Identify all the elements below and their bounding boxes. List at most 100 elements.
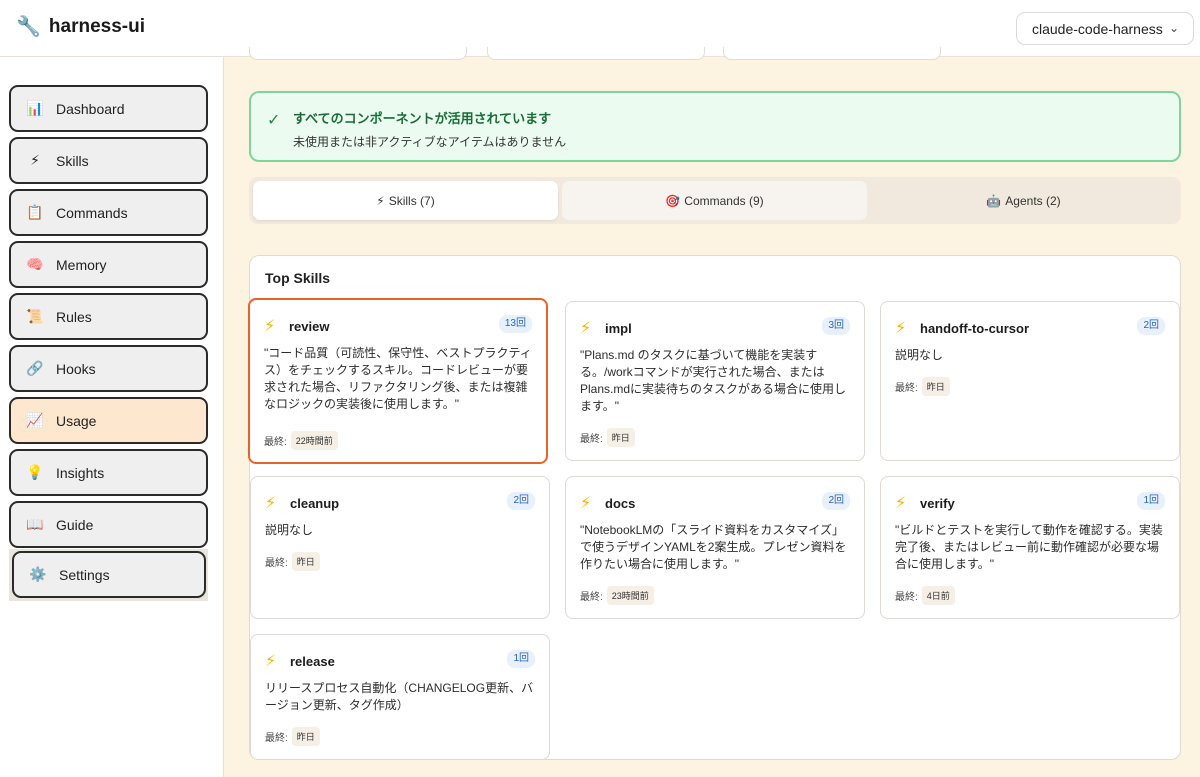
last-used: 最終: 23時間前 [580,586,654,605]
sidebar-item-label: Usage [56,412,97,429]
tab-skills[interactable]: ⚡ Skills (7) [253,181,558,220]
last-used-label: 最終: [580,434,603,445]
clipboard-icon: 📋 [26,204,44,220]
gear-icon: ⚙️ [29,566,47,582]
sidebar-item-label: Memory [56,256,107,273]
scroll-icon: 📜 [26,308,44,324]
sidebar-item-commands[interactable]: 📋 Commands [9,189,208,236]
skill-card-verify[interactable]: ⚡ verify 1回 "ビルドとテストを実行して動作を確認する。実装完了後、ま… [880,476,1180,619]
alert-subtitle: 未使用または非アクティブなアイテムはありません [293,135,567,149]
alert-title: すべてのコンポーネントが活用されています [293,111,552,126]
skill-description: "コード品質（可読性、保守性、ベストプラクティス）をチェックするスキル。コードレ… [264,346,532,411]
usage-count-badge: 2回 [507,492,535,510]
sidebar-item-skills[interactable]: ⚡ Skills [9,137,208,184]
last-used-badge: 23時間前 [606,586,654,605]
top-skills-panel: Top Skills ⚡ review 13回 "コード品質（可読性、保守性、ベ… [248,255,1181,760]
sidebar-item-label: Rules [56,308,92,325]
sidebar-item-label: Insights [56,464,105,481]
summary-card-stub [723,47,941,60]
skill-description: リリースプロセス自動化（CHANGELOG更新、バージョン更新、タグ作成） [265,681,534,712]
settings-hover-area: ⚙️ Settings [9,549,208,601]
lightning-icon: ⚡ [580,320,592,337]
skill-card-impl[interactable]: ⚡ impl 3回 "Plans.md のタスクに基づいて機能を実装する。/wo… [565,301,865,461]
skill-description: "NotebookLMの「スライド資料をカスタマイズ」で使うデザインYAMLを2… [580,523,847,571]
usage-count-badge: 3回 [822,317,850,335]
skill-description: "Plans.md のタスクに基づいて機能を実装する。/workコマンドが実行さ… [580,348,847,413]
panel-title: Top Skills [265,270,331,286]
sidebar-item-hooks[interactable]: 🔗 Hooks [9,345,208,392]
sidebar-item-usage[interactable]: 📈 Usage [9,397,208,444]
last-used-badge: 昨日 [291,727,320,746]
app-title: harness-ui [48,16,145,37]
last-used-label: 最終: [264,437,287,448]
trend-chart-icon: 📈 [26,412,44,428]
sidebar-item-label: Guide [56,516,94,533]
skill-description: 説明なし [895,348,944,362]
usage-count-badge: 1回 [1137,492,1165,510]
last-used: 最終: 昨日 [265,552,320,571]
last-used: 最終: 22時間前 [264,431,338,450]
last-used-label: 最終: [265,558,288,569]
project-select-value: claude-code-harness [1032,20,1163,37]
last-used: 最終: 昨日 [580,428,635,447]
robot-icon: 🤖 [986,193,1002,208]
sidebar-item-memory[interactable]: 🧠 Memory [9,241,208,288]
tab-commands[interactable]: 🎯 Commands (9) [562,181,867,220]
sidebar-item-guide[interactable]: 📖 Guide [9,501,208,548]
skill-name: review [289,319,330,334]
lightbulb-icon: 💡 [26,464,44,480]
wrench-icon: 🔧 [16,16,41,38]
last-used: 最終: 4日前 [895,586,955,605]
sidebar-item-rules[interactable]: 📜 Rules [9,293,208,340]
last-used-label: 最終: [265,733,288,744]
app-logo[interactable]: 🔧 harness-ui [16,16,145,38]
summary-card-stub [487,47,705,60]
tab-label: Skills (7) [388,193,435,208]
lightning-icon: ⚡ [30,152,40,168]
lightning-icon: ⚡ [265,653,277,670]
skill-description: "ビルドとテストを実行して動作を確認する。実装完了後、またはレビュー前に動作確認… [895,523,1163,571]
usage-count-badge: 1回 [507,650,535,668]
sidebar-item-dashboard[interactable]: 📊 Dashboard [9,85,208,132]
tab-label: Agents (2) [1005,193,1061,208]
skill-description: 説明なし [265,523,314,537]
sidebar-item-label: Hooks [56,360,96,377]
last-used-label: 最終: [580,592,603,603]
target-icon: 🎯 [665,193,681,208]
tab-bar: ⚡ Skills (7) 🎯 Commands (9) 🤖 Agents (2) [249,177,1181,224]
project-select[interactable]: claude-code-harness ⌄ [1016,12,1194,45]
skill-name: impl [605,321,632,336]
sidebar: 📊 Dashboard ⚡ Skills 📋 Commands 🧠 Memory… [0,57,224,777]
lightning-icon: ⚡ [264,318,276,335]
skill-name: verify [920,496,955,511]
skill-name: cleanup [290,496,340,511]
last-used-badge: 4日前 [921,586,955,605]
skill-card-docs[interactable]: ⚡ docs 2回 "NotebookLMの「スライド資料をカスタマイズ」で使う… [565,476,865,619]
tab-agents[interactable]: 🤖 Agents (2) [871,181,1176,220]
last-used-badge: 22時間前 [290,431,338,450]
sidebar-item-settings[interactable]: ⚙️ Settings [12,551,206,598]
check-icon: ✓ [267,112,281,129]
skill-name: handoff-to-cursor [920,321,1030,336]
link-icon: 🔗 [26,360,44,376]
last-used: 最終: 昨日 [265,727,320,746]
lightning-icon: ⚡ [376,193,385,208]
summary-card-stub [249,47,467,60]
skill-card-handoff-to-cursor[interactable]: ⚡ handoff-to-cursor 2回 説明なし 最終: 昨日 [880,301,1180,461]
last-used-badge: 昨日 [921,377,950,396]
main-content: ✓ すべてのコンポーネントが活用されています 未使用または非アクティブなアイテム… [225,47,1200,777]
usage-count-badge: 2回 [822,492,850,510]
last-used-label: 最終: [895,383,918,394]
skill-card-review[interactable]: ⚡ review 13回 "コード品質（可読性、保守性、ベストプラクティス）をチ… [248,298,548,464]
last-used: 最終: 昨日 [895,377,950,396]
skill-name: docs [605,496,636,511]
skill-card-release[interactable]: ⚡ release 1回 リリースプロセス自動化（CHANGELOG更新、バージ… [250,634,550,760]
sidebar-item-label: Dashboard [56,100,125,117]
book-icon: 📖 [26,516,44,532]
sidebar-item-label: Settings [59,566,110,583]
skill-card-cleanup[interactable]: ⚡ cleanup 2回 説明なし 最終: 昨日 [250,476,550,619]
sidebar-item-insights[interactable]: 💡 Insights [9,449,208,496]
sidebar-item-label: Skills [56,152,89,169]
lightning-icon: ⚡ [580,495,592,512]
last-used-badge: 昨日 [291,552,320,571]
